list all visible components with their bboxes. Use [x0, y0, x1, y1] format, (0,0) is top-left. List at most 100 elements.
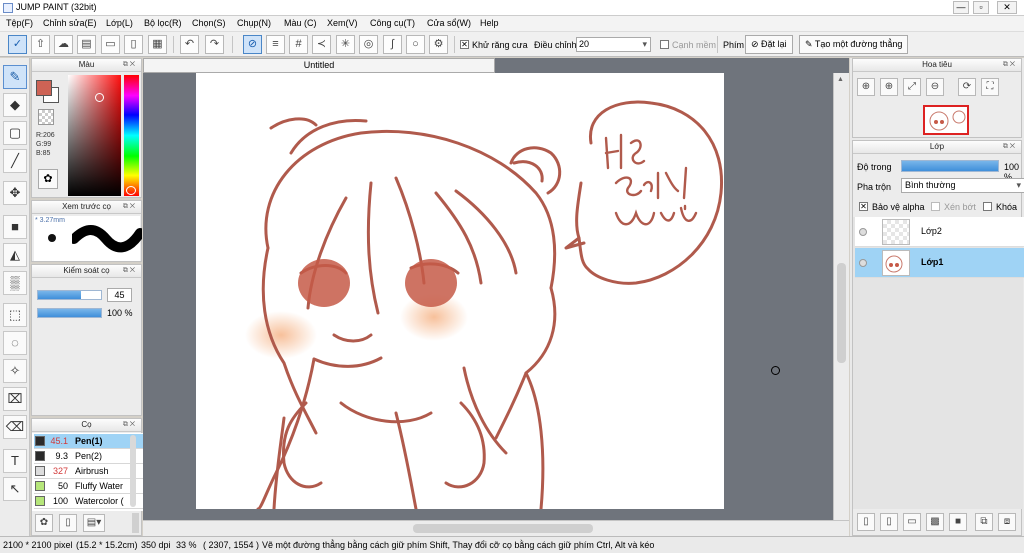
visibility-icon[interactable]: [859, 228, 867, 236]
navigator-thumbnail[interactable]: [923, 105, 969, 135]
hue-slider[interactable]: [124, 75, 139, 196]
comment-icon[interactable]: ☁: [54, 35, 73, 54]
pen-tool-icon[interactable]: ✎: [3, 65, 27, 89]
select-eraser-icon[interactable]: ⌫: [3, 415, 27, 439]
line-tool-icon[interactable]: ╱: [3, 149, 27, 173]
magic-wand-icon[interactable]: ✧: [3, 359, 27, 383]
maximize-button[interactable]: ▫: [973, 1, 989, 14]
crosshatch-icon[interactable]: #: [289, 35, 308, 54]
grid-icon[interactable]: ▦: [148, 35, 167, 54]
export-icon[interactable]: ⇧: [31, 35, 50, 54]
gradient-tool-icon[interactable]: ▒: [3, 271, 27, 295]
layer-row[interactable]: Lớp2: [855, 217, 1024, 247]
brush-panel-scrollbar[interactable]: [132, 513, 139, 533]
brush-size-value[interactable]: 45: [107, 288, 132, 302]
clip-checkbox[interactable]: [931, 202, 940, 211]
shape-tool-icon[interactable]: ▢: [3, 121, 27, 145]
new-layer-alt-icon[interactable]: ▯: [880, 513, 898, 531]
delete-layer-icon[interactable]: ⧈: [998, 513, 1016, 531]
vertical-scroll-up[interactable]: ▲: [837, 76, 844, 83]
menu-file[interactable]: Tệp(F): [6, 18, 33, 28]
fill-rect-tool-icon[interactable]: ■: [3, 215, 27, 239]
horizontal-scroll-thumb[interactable]: [413, 524, 593, 533]
layer-opacity-slider[interactable]: [901, 160, 999, 172]
vanishing-point-icon[interactable]: ≺: [312, 35, 331, 54]
menu-layer[interactable]: Lớp(L): [106, 18, 133, 28]
layer-row[interactable]: Lớp1: [855, 248, 1024, 278]
lasso-select-icon[interactable]: ◌: [3, 331, 27, 355]
page-icon[interactable]: ▯: [124, 35, 143, 54]
zoom-in-icon[interactable]: ⊕: [857, 78, 875, 96]
new-brush-icon[interactable]: ▯: [59, 514, 77, 532]
main-color-swatch[interactable]: [36, 80, 52, 96]
menu-window[interactable]: Cửa sổ(W): [427, 18, 471, 28]
brush-list-scrollbar[interactable]: [130, 435, 136, 507]
brush-item[interactable]: 50 Fluffy Water: [34, 479, 154, 494]
brush-opacity-slider[interactable]: [37, 308, 102, 318]
curve-ruler-icon[interactable]: ∫: [383, 35, 402, 54]
visibility-icon[interactable]: [859, 259, 867, 267]
menu-view[interactable]: Xem(V): [327, 18, 358, 28]
zoom-out-icon[interactable]: ⊖: [926, 78, 944, 96]
brush-item[interactable]: 327 Airbrush: [34, 464, 154, 479]
cloud-icon[interactable]: ✓: [8, 35, 27, 54]
brush-item[interactable]: 9.3 Pen(2): [34, 449, 154, 464]
close-button[interactable]: ✕: [997, 1, 1017, 14]
canvas-horizontal-scrollbar[interactable]: [143, 520, 849, 536]
brush-item[interactable]: 45.1 Pen(1): [34, 434, 154, 449]
palette-icon[interactable]: ✿: [38, 169, 58, 189]
drawing-canvas[interactable]: [196, 73, 724, 509]
menu-select[interactable]: Chọn(S): [192, 18, 226, 28]
concentric-icon[interactable]: ◎: [359, 35, 378, 54]
text-tool-icon[interactable]: T: [3, 449, 27, 473]
hue-slider-handle[interactable]: [126, 186, 136, 195]
rect-select-icon[interactable]: ⬚: [3, 303, 27, 327]
menu-color[interactable]: Màu (C): [284, 18, 317, 28]
menu-filter[interactable]: Bộ lọc(R): [144, 18, 182, 28]
fullscreen-icon[interactable]: ⛶: [981, 78, 999, 96]
document-icon[interactable]: ▭: [101, 35, 120, 54]
brush-size-slider[interactable]: [37, 290, 102, 300]
canvas-vertical-scrollbar[interactable]: ▲: [833, 73, 849, 521]
brush-menu-icon[interactable]: ▤▾: [83, 514, 105, 532]
reset-button[interactable]: ⊘ Đặt lại: [745, 35, 793, 54]
rotate-icon[interactable]: ⟳: [958, 78, 976, 96]
radial-lines-icon[interactable]: ✳: [336, 35, 355, 54]
bucket-tool-icon[interactable]: ◭: [3, 243, 27, 267]
adjust-select[interactable]: 20 ▾: [576, 37, 651, 52]
new-layer-icon[interactable]: ▯: [857, 513, 875, 531]
duplicate-layer-icon[interactable]: ⧉: [975, 513, 993, 531]
menu-capture[interactable]: Chụp(N): [237, 18, 271, 28]
message-icon[interactable]: ▤: [77, 35, 96, 54]
eraser-tool-icon[interactable]: ◆: [3, 93, 27, 117]
parallel-lines-icon[interactable]: ≡: [266, 35, 285, 54]
minimize-button[interactable]: —: [953, 1, 969, 14]
no-ruler-icon[interactable]: ⊘: [243, 35, 262, 54]
transparent-swatch[interactable]: [38, 109, 54, 125]
ellipse-ruler-icon[interactable]: ○: [406, 35, 425, 54]
lock-checkbox[interactable]: [983, 202, 992, 211]
color-picker-square[interactable]: [68, 75, 121, 196]
vertical-scroll-thumb[interactable]: [837, 263, 846, 363]
fit-view-icon[interactable]: ⤢: [903, 78, 921, 96]
antialias-checkbox[interactable]: ✕: [460, 40, 469, 49]
smooth-edge-checkbox[interactable]: [660, 40, 669, 49]
undo-icon[interactable]: ↶: [180, 35, 199, 54]
folder-icon[interactable]: ■: [949, 513, 967, 531]
menu-tools[interactable]: Công cụ(T): [370, 18, 415, 28]
redo-icon[interactable]: ↷: [205, 35, 224, 54]
document-tab[interactable]: Untitled: [143, 58, 495, 73]
move-tool-icon[interactable]: ✥: [3, 181, 27, 205]
zoom-in-alt-icon[interactable]: ⊕: [880, 78, 898, 96]
halftone-layer-icon[interactable]: ▩: [926, 513, 944, 531]
menu-edit[interactable]: Chỉnh sửa(E): [43, 18, 97, 28]
select-pen-icon[interactable]: ⌧: [3, 387, 27, 411]
layer-copy-icon[interactable]: ▭: [903, 513, 921, 531]
add-brush-icon[interactable]: ✿: [35, 514, 53, 532]
menu-help[interactable]: Help: [480, 18, 499, 28]
straight-line-button[interactable]: ✎ Tạo một đường thẳng: [799, 35, 909, 54]
ruler-settings-icon[interactable]: ⚙: [429, 35, 448, 54]
brush-item[interactable]: 100 Watercolor (: [34, 494, 154, 509]
blend-mode-select[interactable]: Bình thường ▾: [901, 178, 1024, 193]
operation-tool-icon[interactable]: ↖: [3, 477, 27, 501]
